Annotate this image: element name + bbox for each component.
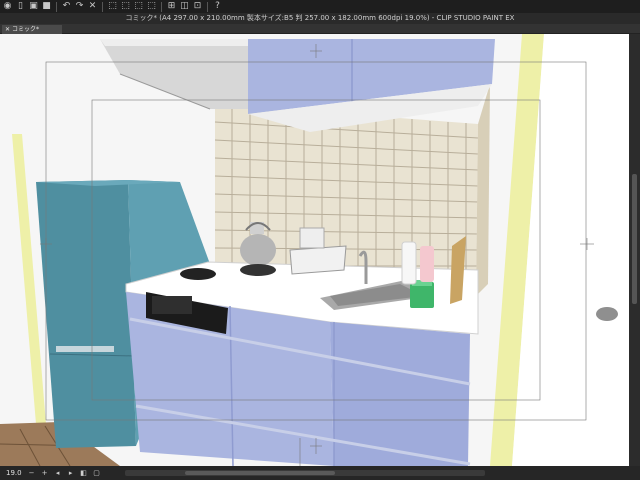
command-bar: ◉ ▯ ▣ ■ ↶ ↷ ✕ ⬚ ⬚ ⬚ ⬚ ⊞ ◫ ⊡?	[0, 0, 640, 13]
save-icon[interactable]: ■	[41, 1, 52, 12]
door-knob	[596, 307, 618, 321]
zoom-in-icon[interactable]: +	[40, 469, 50, 478]
document-tab-strip: ✕ コミック*	[0, 24, 640, 34]
open-file-icon[interactable]: ▣	[28, 1, 39, 12]
fridge-handle	[56, 346, 114, 352]
stove-burner	[180, 268, 216, 280]
toolbar-separator	[161, 1, 162, 12]
horizontal-scrollbar[interactable]	[124, 470, 485, 476]
range-hood	[100, 39, 250, 109]
vertical-scroll-thumb[interactable]	[632, 174, 637, 304]
transform-icon[interactable]: ⬚	[146, 1, 157, 12]
dish-soap-bottle	[401, 241, 417, 285]
upper-cabinet	[248, 39, 495, 132]
dish-rack	[289, 245, 347, 275]
selection-icon[interactable]: ⬚	[107, 1, 118, 12]
toolbar-separator	[102, 1, 103, 12]
deselect-icon[interactable]: ⬚	[120, 1, 131, 12]
grid-icon[interactable]: ⊡	[192, 1, 203, 12]
left-wall-frame	[12, 134, 46, 424]
tab-label: コミック*	[11, 26, 39, 33]
clear-icon[interactable]: ✕	[87, 1, 98, 12]
view-buttons: ◂ ▸ ◧ ▢	[53, 469, 102, 478]
kitchen-illustration	[0, 34, 629, 466]
new-file-icon[interactable]: ▯	[15, 1, 26, 12]
detergent-bottle	[420, 246, 434, 282]
window-title: コミック* (A4 297.00 x 210.00mm 製本サイズ:B5 判 2…	[0, 13, 640, 24]
rotate-right-icon[interactable]: ▸	[66, 469, 76, 478]
redo-icon[interactable]: ↷	[74, 1, 85, 12]
zoom-out-icon[interactable]: −	[27, 469, 37, 478]
ruler-icon[interactable]: ⊞	[166, 1, 177, 12]
toolbar-separator	[56, 1, 57, 12]
status-bar: 19.0 − + ◂ ▸ ◧ ▢	[0, 466, 640, 480]
toolbar-separator	[207, 1, 208, 12]
undo-icon[interactable]: ↶	[61, 1, 72, 12]
navigator-icon[interactable]: ◉	[2, 1, 13, 12]
drawing-canvas[interactable]	[0, 34, 629, 466]
horizontal-scroll-thumb[interactable]	[184, 471, 335, 475]
tab-close-icon[interactable]: ✕	[5, 26, 12, 33]
help-icon[interactable]: ?	[212, 1, 223, 12]
snap-icon[interactable]: ◫	[179, 1, 190, 12]
tab-comic[interactable]: ✕ コミック*	[2, 25, 62, 34]
vertical-scrollbar[interactable]	[629, 34, 640, 466]
app-window: ◉ ▯ ▣ ■ ↶ ↷ ✕ ⬚ ⬚ ⬚ ⬚ ⊞ ◫ ⊡? コミック* (A4 297.00 x 210.0…	[0, 0, 640, 480]
fit-icon[interactable]: ▢	[92, 469, 102, 478]
flip-icon[interactable]: ◧	[79, 469, 89, 478]
rotate-left-icon[interactable]: ◂	[53, 469, 63, 478]
zoom-level[interactable]: 19.0	[4, 469, 24, 477]
invert-icon[interactable]: ⬚	[133, 1, 144, 12]
